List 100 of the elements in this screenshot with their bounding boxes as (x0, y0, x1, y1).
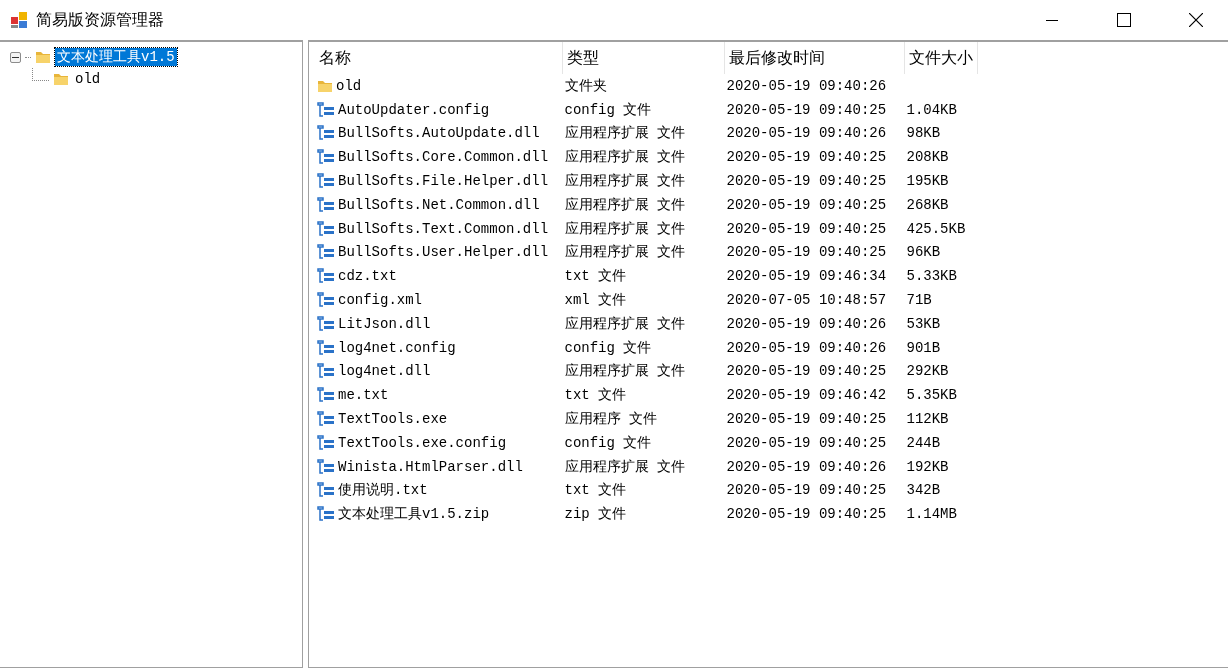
file-size: 5.33KB (906, 268, 957, 285)
file-name[interactable]: config.xml (338, 292, 422, 309)
file-tree-icon (317, 411, 335, 428)
close-icon (1189, 13, 1203, 27)
file-name[interactable]: AutoUpdater.config (338, 101, 490, 118)
file-size: 1.14MB (906, 506, 957, 523)
file-type: xml 文件 (564, 292, 627, 309)
file-name[interactable]: BullSofts.File.Helper.dll (338, 173, 549, 190)
modified-time: 2020-05-19 09:46:42 (726, 387, 887, 404)
modified-time: 2020-07-05 10:48:57 (726, 292, 887, 309)
file-name[interactable]: old (336, 77, 362, 94)
file-type: 应用程序扩展 文件 (564, 363, 685, 380)
collapse-toggle[interactable] (10, 51, 21, 63)
file-tree-icon (317, 196, 335, 213)
file-tree-icon (317, 101, 335, 118)
modified-time: 2020-05-19 09:40:25 (726, 482, 887, 499)
folder-icon (317, 78, 333, 93)
file-tree-icon (317, 482, 335, 499)
file-size: 208KB (906, 149, 949, 166)
modified-time: 2020-05-19 09:40:25 (726, 363, 887, 380)
modified-time: 2020-05-19 09:46:34 (726, 268, 887, 285)
file-name[interactable]: TextTools.exe (338, 411, 448, 428)
file-type: txt 文件 (564, 482, 627, 499)
file-type: config 文件 (564, 339, 652, 356)
file-tree-icon (317, 173, 335, 190)
file-tree-icon (317, 315, 335, 332)
modified-time: 2020-05-19 09:40:25 (726, 411, 887, 428)
column-header[interactable]: 名称 (315, 42, 563, 74)
column-header[interactable]: 文件大小 (904, 42, 978, 74)
modified-time: 2020-05-19 09:40:25 (726, 220, 887, 237)
modified-time: 2020-05-19 09:40:25 (726, 506, 887, 523)
file-size: 1.04KB (906, 101, 957, 118)
file-tree-icon (317, 125, 335, 142)
file-size: 112KB (906, 411, 949, 428)
file-type: 文件夹 (564, 77, 607, 94)
file-size: 5.35KB (906, 387, 957, 404)
modified-time: 2020-05-19 09:40:25 (726, 173, 887, 190)
file-type: 应用程序扩展 文件 (564, 315, 685, 332)
file-name[interactable]: log4net.dll (338, 363, 431, 380)
tree-item[interactable]: old (73, 71, 103, 87)
file-name[interactable]: BullSofts.AutoUpdate.dll (338, 125, 540, 142)
file-type: 应用程序扩展 文件 (564, 196, 685, 213)
file-size: 71B (906, 292, 932, 309)
file-name[interactable]: BullSofts.User.Helper.dll (338, 244, 549, 261)
file-name[interactable]: cdz.txt (338, 268, 397, 285)
file-tree-icon (317, 387, 335, 404)
file-tree-icon (317, 244, 335, 261)
file-type: 应用程序扩展 文件 (564, 220, 685, 237)
file-type: txt 文件 (564, 387, 627, 404)
file-tree-icon (317, 268, 335, 285)
file-size: 96KB (906, 244, 941, 261)
app-icon (10, 11, 28, 29)
file-tree-icon (317, 458, 335, 475)
file-name[interactable]: BullSofts.Text.Common.dll (338, 220, 549, 237)
file-size: 53KB (906, 315, 941, 332)
file-name[interactable]: me.txt (338, 387, 389, 404)
tree-item[interactable]: 文本处理工具v1.5 (55, 48, 177, 66)
file-type: config 文件 (564, 101, 652, 118)
modified-time: 2020-05-19 09:40:26 (726, 339, 887, 356)
file-tree-icon (317, 363, 335, 380)
file-type: config 文件 (564, 434, 652, 451)
modified-time: 2020-05-19 09:40:26 (726, 125, 887, 142)
folder-icon (53, 72, 69, 86)
file-size: 901B (906, 339, 941, 356)
column-header[interactable]: 最后修改时间 (724, 42, 905, 74)
file-size: 195KB (906, 173, 949, 190)
maximize-icon (1117, 13, 1131, 27)
file-tree-icon (317, 506, 335, 523)
file-tree-icon (317, 339, 335, 356)
file-size: 425.5KB (906, 220, 966, 237)
file-type: zip 文件 (564, 506, 627, 523)
modified-time: 2020-05-19 09:40:25 (726, 101, 887, 118)
window-title: 简易版资源管理器 (36, 9, 165, 30)
modified-time: 2020-05-19 09:40:26 (726, 458, 887, 475)
file-size: 342B (906, 482, 941, 499)
file-name[interactable]: Winista.HtmlParser.dll (338, 458, 523, 475)
file-type: 应用程序 文件 (564, 411, 657, 428)
file-size: 292KB (906, 363, 949, 380)
file-type: 应用程序扩展 文件 (564, 149, 685, 166)
file-size: 268KB (906, 196, 949, 213)
file-name[interactable]: BullSofts.Core.Common.dll (338, 149, 549, 166)
modified-time: 2020-05-19 09:40:25 (726, 149, 887, 166)
file-tree-icon (317, 434, 335, 451)
file-tree-icon (317, 149, 335, 166)
file-size: 98KB (906, 125, 941, 142)
file-type: 应用程序扩展 文件 (564, 125, 685, 142)
file-name[interactable]: log4net.config (338, 339, 456, 356)
file-tree-icon (317, 292, 335, 309)
file-type: 应用程序扩展 文件 (564, 173, 685, 190)
file-name[interactable]: 文本处理工具v1.5.zip (338, 505, 490, 524)
file-name[interactable]: LitJson.dll (338, 315, 431, 332)
file-tree-icon (317, 220, 335, 237)
column-header[interactable]: 类型 (562, 42, 725, 74)
modified-time: 2020-05-19 09:40:25 (726, 434, 887, 451)
file-size: 192KB (906, 458, 949, 475)
file-name[interactable]: 使用说明.txt (338, 481, 428, 500)
file-type: 应用程序扩展 文件 (564, 244, 685, 261)
file-size: 244B (906, 434, 941, 451)
file-name[interactable]: TextTools.exe.config (338, 434, 507, 451)
file-name[interactable]: BullSofts.Net.Common.dll (338, 196, 540, 213)
